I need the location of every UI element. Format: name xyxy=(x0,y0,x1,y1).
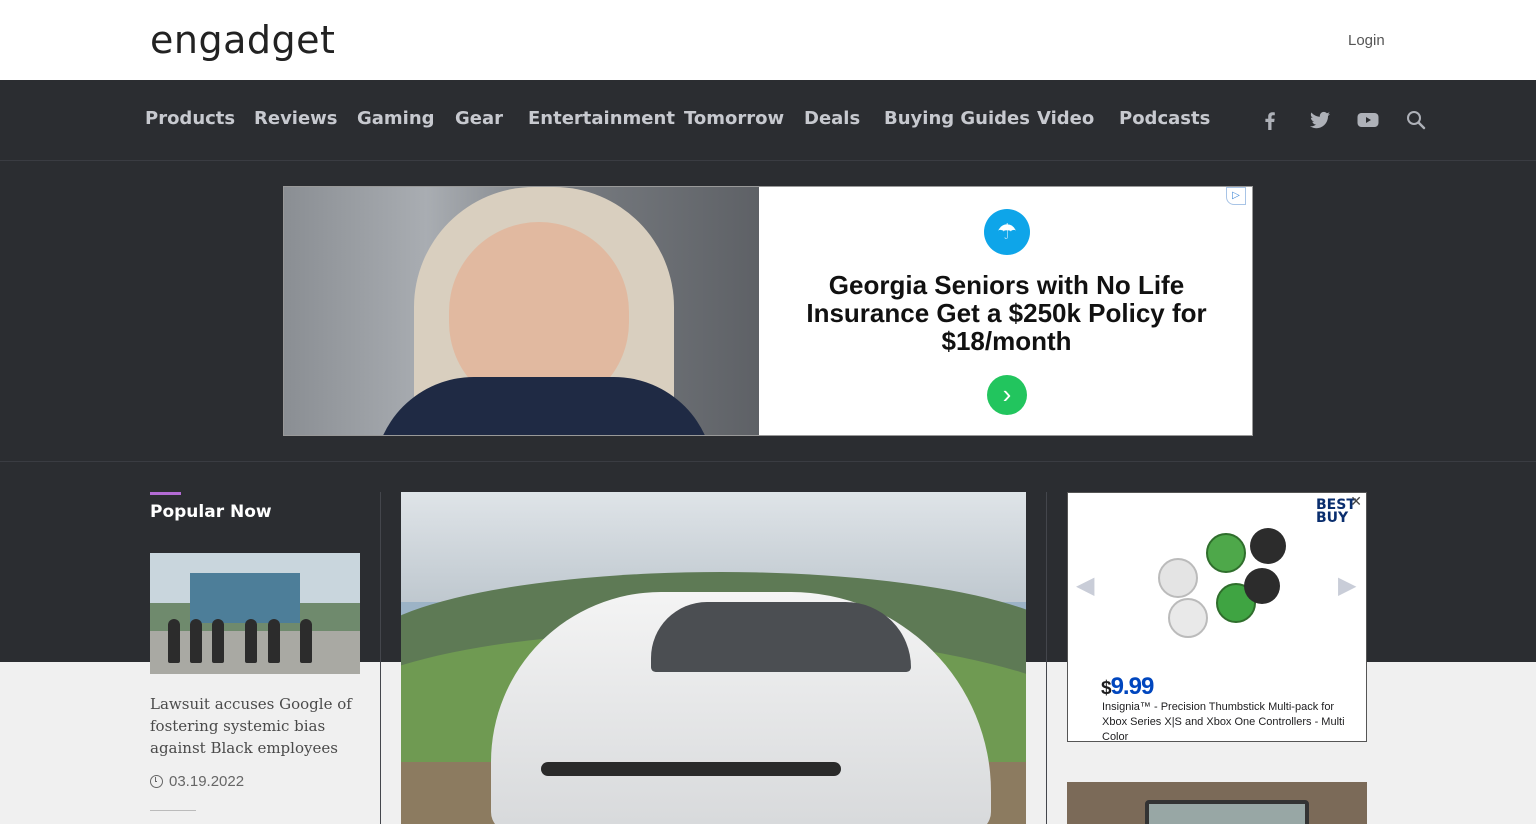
youtube-icon[interactable] xyxy=(1356,108,1380,132)
side-product-ad[interactable]: BEST BUY ✕ ◀ ▶ $9.99 Insignia™ - Precisi… xyxy=(1067,492,1367,742)
nav-item-podcasts[interactable]: Podcasts xyxy=(1119,108,1210,129)
carousel-prev-icon[interactable]: ◀ xyxy=(1076,571,1094,600)
nav-item-reviews[interactable]: Reviews xyxy=(254,108,338,129)
price-value: 9.99 xyxy=(1110,673,1155,700)
close-icon[interactable]: ✕ xyxy=(1350,493,1362,510)
popular-now-heading: Popular Now xyxy=(150,502,272,522)
nav-item-tomorrow[interactable]: Tomorrow xyxy=(684,108,784,129)
umbrella-icon: ☂ xyxy=(984,209,1030,255)
product-image xyxy=(1158,528,1288,638)
side-story-thumbnail[interactable] xyxy=(1067,782,1367,824)
main-nav: Products Reviews Gaming Gear Entertainme… xyxy=(0,80,1536,161)
section-divider xyxy=(0,461,1536,462)
login-link[interactable]: Login xyxy=(1348,32,1385,49)
engadget-logo[interactable]: engadget xyxy=(150,18,335,62)
carousel-next-icon[interactable]: ▶ xyxy=(1338,571,1356,600)
ad-banner[interactable]: ▷ ☂ Georgia Seniors with No Life Insuran… xyxy=(283,186,1253,436)
nav-item-video[interactable]: Video xyxy=(1037,108,1094,129)
ad-photo xyxy=(284,187,759,435)
price-currency: $ xyxy=(1101,678,1112,699)
nav-item-deals[interactable]: Deals xyxy=(804,108,860,129)
popular-accent-bar xyxy=(150,492,181,495)
nav-item-gaming[interactable]: Gaming xyxy=(357,108,435,129)
product-description[interactable]: Insignia™ - Precision Thumbstick Multi-p… xyxy=(1102,700,1352,741)
ad-choices-icon[interactable]: ▷ xyxy=(1226,187,1246,205)
facebook-icon[interactable] xyxy=(1258,108,1282,132)
top-bar: engadget Login xyxy=(0,0,1536,80)
column-divider xyxy=(380,492,381,824)
nav-item-entertainment[interactable]: Entertainment xyxy=(528,108,675,129)
story-date: 03.19.2022 xyxy=(150,773,244,790)
product-price: $9.99 xyxy=(1101,673,1155,701)
story-thumbnail[interactable] xyxy=(150,553,360,674)
nav-item-gear[interactable]: Gear xyxy=(455,108,503,129)
chevron-right-icon[interactable]: › xyxy=(987,375,1027,415)
story-separator xyxy=(150,810,196,811)
hero-image[interactable] xyxy=(401,492,1026,824)
story-date-text: 03.19.2022 xyxy=(169,773,245,790)
ad-headline[interactable]: Georgia Seniors with No Life Insurance G… xyxy=(784,271,1229,355)
search-icon[interactable] xyxy=(1404,108,1428,132)
column-divider xyxy=(1046,492,1047,824)
clock-icon xyxy=(150,775,163,788)
nav-item-buying-guides[interactable]: Buying Guides xyxy=(884,108,1030,129)
nav-item-products[interactable]: Products xyxy=(145,108,235,129)
twitter-icon[interactable] xyxy=(1308,108,1332,132)
story-title[interactable]: Lawsuit accuses Google of fostering syst… xyxy=(150,693,364,759)
